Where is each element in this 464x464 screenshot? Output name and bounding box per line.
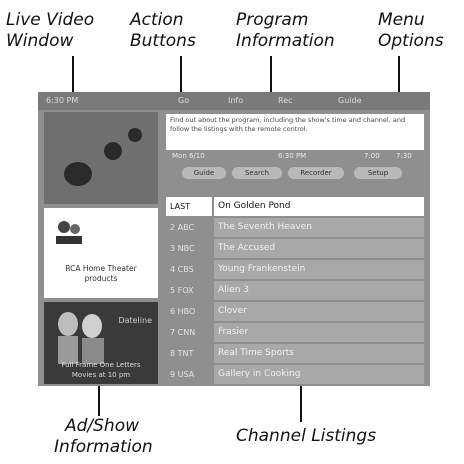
channel-listing-row[interactable]: 4 CBS Young Frankenstein <box>166 260 424 279</box>
callout-action-buttons: Action Buttons <box>130 10 196 52</box>
channel-number: 7 CNN <box>170 328 196 337</box>
date-time-row: Mon 6/10 6:30 PM 7:00 7:30 <box>168 152 424 164</box>
channel-listing-row[interactable]: 6 HBO Clover <box>166 302 424 321</box>
program-title: Clover <box>214 302 424 321</box>
rca-logo-icon <box>56 221 82 244</box>
program-title: Real Time Sports <box>214 344 424 363</box>
live-video-window <box>44 112 158 204</box>
callout-line: Information <box>54 437 153 457</box>
tv-guide-screen: 6:30 PM Go Info Rec Guide RCA Home Theat… <box>38 92 430 386</box>
menu-tab-recorder[interactable]: Recorder <box>288 167 344 179</box>
channel-number: 6 HBO <box>170 307 196 316</box>
menu-options-bar: Guide Search Recorder Setup <box>168 166 424 180</box>
video-figure <box>128 128 142 142</box>
callout-line: Window <box>6 31 74 51</box>
callout-program-information: Program Information <box>236 10 335 52</box>
ad-caption: RCA Home Theater products <box>44 264 158 284</box>
callout-line: Information <box>236 31 335 51</box>
callout-menu-options: Menu Options <box>378 10 444 52</box>
channel-listing-row[interactable]: 8 TNT Real Time Sports <box>166 344 424 363</box>
program-title: The Seventh Heaven <box>214 218 424 237</box>
menu-tab-guide[interactable]: Guide <box>182 167 226 179</box>
program-title: Alien 3 <box>214 281 424 300</box>
show-title: Dateline <box>118 316 152 325</box>
go-button[interactable]: Go <box>178 92 189 110</box>
callout-line: Action <box>130 10 184 30</box>
ad-panel[interactable]: RCA Home Theater products <box>44 208 158 298</box>
channel-listing-row[interactable]: 3 NBC The Accused <box>166 239 424 258</box>
menu-tab-search[interactable]: Search <box>232 167 282 179</box>
show-caption: Full Frame One Letters Movies at 10 pm <box>44 360 158 380</box>
video-figure <box>104 142 122 160</box>
channel-number: 5 FOX <box>170 286 194 295</box>
program-information-panel: Find out about the program, including th… <box>166 114 424 150</box>
video-figure <box>64 162 92 186</box>
action-button-bar: 6:30 PM Go Info Rec Guide <box>38 92 430 110</box>
channel-listing-row[interactable]: 2 ABC The Seventh Heaven <box>166 218 424 237</box>
program-title: Gallery in Cooking <box>214 365 424 384</box>
channel-number: 3 NBC <box>170 244 195 253</box>
callout-line: Channel Listings <box>236 426 377 446</box>
show-caption-line: Movies at 10 pm <box>71 371 131 379</box>
callout-ad-show-information: Ad/Show Information <box>54 416 153 458</box>
callout-line: Ad/Show <box>64 416 140 436</box>
ad-caption-line: products <box>84 274 118 283</box>
program-title: The Accused <box>214 239 424 258</box>
callout-line: Buttons <box>130 31 196 51</box>
channel-number: 9 USA <box>170 370 195 379</box>
program-title: On Golden Pond <box>214 197 424 216</box>
date-label: Mon 6/10 <box>172 152 205 160</box>
callout-line: Live Video <box>6 10 95 30</box>
channel-listing-row[interactable]: 7 CNN Frasier <box>166 323 424 342</box>
channel-number: LAST <box>166 197 212 216</box>
guide-button[interactable]: Guide <box>338 92 362 110</box>
program-title: Young Frankenstein <box>214 260 424 279</box>
callout-live-video-window: Live Video Window <box>6 10 94 52</box>
info-button[interactable]: Info <box>228 92 243 110</box>
time-slot: 7:30 <box>396 152 412 160</box>
callout-line: Menu <box>378 10 425 30</box>
channel-listing-row[interactable]: LAST On Golden Pond <box>166 197 424 216</box>
time-slot: 6:30 PM <box>278 152 307 160</box>
channel-listing-row[interactable]: 5 FOX Alien 3 <box>166 281 424 300</box>
channel-listing-row[interactable]: 9 USA Gallery in Cooking <box>166 365 424 384</box>
time-display: 6:30 PM <box>46 96 79 105</box>
callout-line: Program <box>236 10 309 30</box>
ad-caption-line: RCA Home Theater <box>65 264 137 273</box>
channel-number: 4 CBS <box>170 265 194 274</box>
channel-number: 8 TNT <box>170 349 194 358</box>
show-caption-line: Full Frame One Letters <box>61 361 141 369</box>
callout-line: Options <box>378 31 444 51</box>
record-button[interactable]: Rec <box>278 92 293 110</box>
menu-tab-setup[interactable]: Setup <box>354 167 402 179</box>
time-slot: 7:00 <box>364 152 380 160</box>
program-title: Frasier <box>214 323 424 342</box>
show-figures-icon <box>58 312 104 364</box>
channel-number: 2 ABC <box>170 223 195 232</box>
show-info-panel[interactable]: Dateline Full Frame One Letters Movies a… <box>44 302 158 384</box>
callout-channel-listings: Channel Listings <box>236 426 376 447</box>
